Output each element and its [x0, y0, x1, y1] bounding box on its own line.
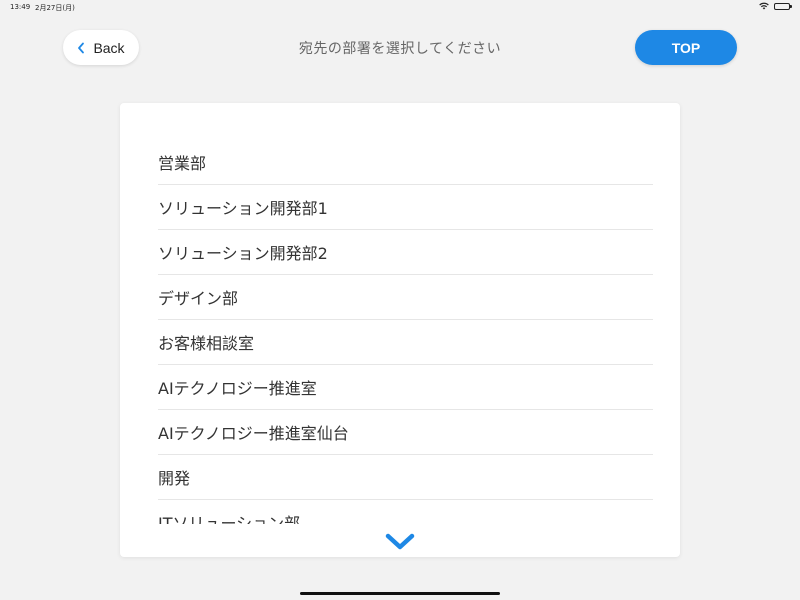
list-item[interactable]: AIテクノロジー推進室仙台 [158, 410, 653, 455]
battery-icon [774, 2, 792, 10]
list-item[interactable]: 開発 [158, 455, 653, 500]
back-label: Back [93, 39, 125, 56]
department-list-card: 営業部 ソリューション開発部1 ソリューション開発部2 デザイン部 お客様相談室… [120, 103, 680, 557]
chevron-down-icon[interactable] [385, 533, 415, 551]
chevron-left-icon [77, 42, 85, 54]
page-title: 宛先の部署を選択してください [298, 41, 502, 57]
status-date: 2月27日(月) [35, 4, 75, 12]
status-icons [759, 2, 792, 10]
status-bar: 13:49 2月27日(月) [0, 0, 800, 14]
list-item[interactable]: ソリューション開発部2 [158, 230, 653, 275]
back-button[interactable]: Back [63, 30, 139, 65]
home-indicator[interactable] [300, 592, 500, 595]
status-time: 13:49 [10, 3, 31, 11]
top-button[interactable]: TOP [635, 30, 737, 65]
department-list[interactable]: 営業部 ソリューション開発部1 ソリューション開発部2 デザイン部 お客様相談室… [158, 140, 653, 524]
list-item[interactable]: お客様相談室 [158, 320, 653, 365]
wifi-icon [759, 2, 769, 10]
list-item[interactable]: 営業部 [158, 140, 653, 185]
list-item[interactable]: AIテクノロジー推進室 [158, 365, 653, 410]
list-item[interactable]: ITソリューション部 [158, 500, 653, 524]
list-item[interactable]: デザイン部 [158, 275, 653, 320]
list-item[interactable]: ソリューション開発部1 [158, 185, 653, 230]
